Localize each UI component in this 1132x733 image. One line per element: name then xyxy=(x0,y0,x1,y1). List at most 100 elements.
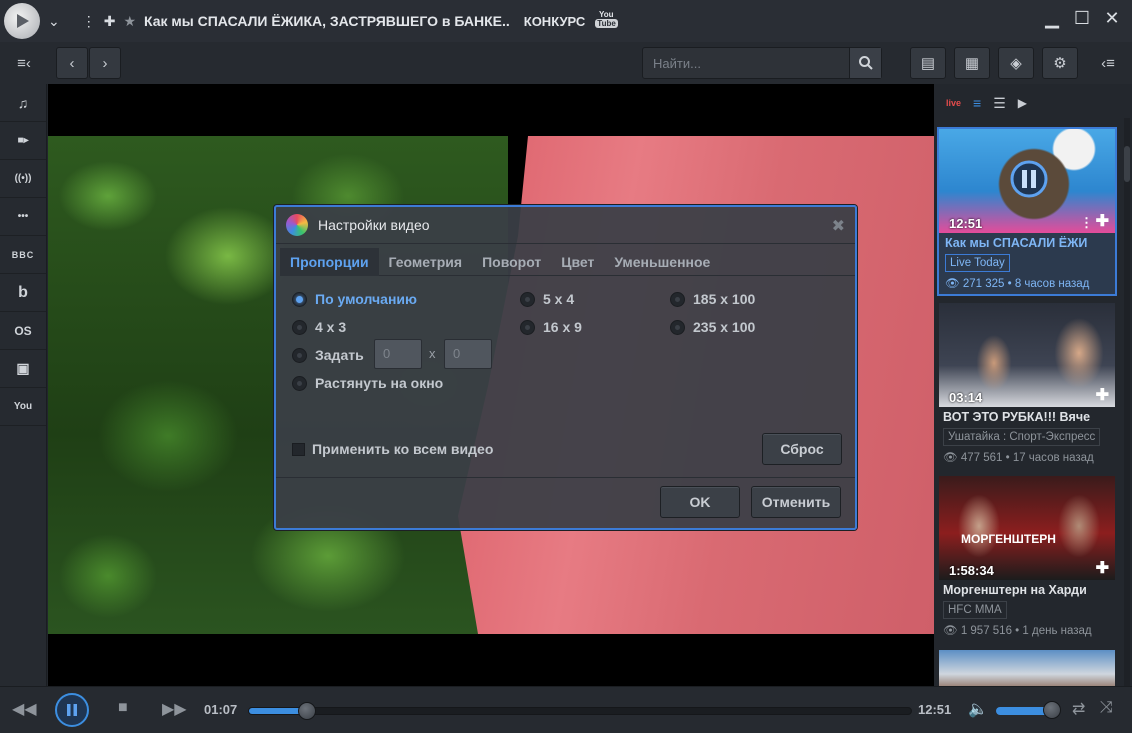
channel-badge[interactable]: Ушатайка : Спорт-Экспресс xyxy=(943,428,1101,446)
channel-badge[interactable]: HFC MMA xyxy=(943,601,1007,619)
volume-handle[interactable] xyxy=(1042,701,1061,719)
sidebar-item-b[interactable]: b xyxy=(0,274,46,312)
grid-view-button[interactable]: ▦ xyxy=(954,47,990,79)
playlist-item[interactable] xyxy=(937,650,1117,686)
add-icon[interactable]: ✚ xyxy=(1096,558,1109,578)
volume-icon[interactable]: 🔈 xyxy=(968,699,988,719)
sidebar-item-broadcast[interactable]: ((•)) xyxy=(0,160,46,198)
playlist-scrollbar[interactable] xyxy=(1124,118,1130,686)
channel-badge[interactable]: Live Today xyxy=(945,254,1010,272)
maximize-icon[interactable]: ☐ xyxy=(1070,8,1094,29)
cancel-button[interactable]: Отменить xyxy=(751,486,841,518)
stop-icon[interactable]: ■ xyxy=(118,699,128,717)
radio-4x3[interactable] xyxy=(292,319,307,335)
close-icon[interactable]: ✕ xyxy=(1100,8,1124,29)
option-235x100[interactable]: 235 x 100 xyxy=(670,319,755,335)
option-16x9-label: 16 x 9 xyxy=(543,319,582,335)
sidebar-item-youtube[interactable]: You xyxy=(0,388,46,426)
custom-height-input[interactable]: 0 xyxy=(444,339,492,369)
app-logo-icon xyxy=(17,14,29,28)
tab-geometry[interactable]: Геометрия xyxy=(379,248,473,276)
tab-proportions[interactable]: Пропорции xyxy=(280,248,379,276)
option-stretch[interactable]: Растянуть на окно xyxy=(292,375,443,391)
eye-icon: 👁 xyxy=(945,278,960,290)
minimize-icon[interactable]: ▁ xyxy=(1040,8,1064,29)
apply-all-option[interactable]: Применить ко всем видео xyxy=(292,441,493,457)
radio-stretch[interactable] xyxy=(292,375,307,391)
option-default[interactable]: По умолчанию xyxy=(292,291,417,307)
reset-button[interactable]: Сброс xyxy=(762,433,842,465)
video-tab-icon[interactable]: ▶ xyxy=(1018,96,1027,110)
volume-slider[interactable] xyxy=(996,701,1061,719)
sidebar-item-twitch[interactable]: ▣ xyxy=(0,350,46,388)
back-button[interactable]: ‹ xyxy=(56,47,88,79)
seek-handle[interactable] xyxy=(297,702,316,720)
pause-overlay-icon xyxy=(1010,160,1048,198)
star-icon[interactable]: ★ xyxy=(123,13,136,30)
shuffle-icon[interactable]: ⤨ xyxy=(1100,699,1113,717)
app-logo[interactable] xyxy=(4,3,40,39)
dialog-close-icon[interactable]: ✖ xyxy=(832,216,845,236)
bbc-icon: BBC xyxy=(11,249,35,260)
b-icon: b xyxy=(18,283,28,301)
custom-width-input[interactable]: 0 xyxy=(374,339,422,369)
option-5x4[interactable]: 5 x 4 xyxy=(520,291,574,307)
playlist-item[interactable]: 03:14 ✚ ВОТ ЭТО РУБКА!!! Вяче Ушатайка :… xyxy=(937,303,1117,468)
option-16x9[interactable]: 16 x 9 xyxy=(520,319,582,335)
add-icon[interactable]: ✚ xyxy=(1096,385,1109,405)
radio-185x100[interactable] xyxy=(670,291,685,307)
drag-handle-icon: ⋮ xyxy=(81,12,96,29)
paint-bucket-icon: ◈ xyxy=(1010,55,1022,72)
playlist-item[interactable]: 12:51 ⋮ ✚ Как мы СПАСАЛИ ЁЖИ Live Today … xyxy=(937,127,1117,296)
subtitles-button[interactable]: ▤ xyxy=(910,47,946,79)
option-185x100[interactable]: 185 x 100 xyxy=(670,291,755,307)
sidebar-item-music[interactable]: ♫ xyxy=(0,84,46,122)
sidebar-item-video[interactable]: ■▸ xyxy=(0,122,46,160)
sidebar-item-more[interactable]: ••• xyxy=(0,198,46,236)
pause-button[interactable] xyxy=(55,693,89,727)
playlist-toggle-button[interactable]: ‹≡ xyxy=(1088,47,1128,79)
live-tab-icon[interactable]: live xyxy=(946,98,961,108)
item-title: Как мы СПАСАЛИ ЁЖИ xyxy=(945,236,1088,250)
age-text: 1 день назад xyxy=(1022,625,1092,637)
views-count: 477 561 xyxy=(960,452,1003,464)
repeat-icon[interactable]: ⇄ xyxy=(1072,699,1085,719)
sidebar-item-lastfm[interactable]: OS xyxy=(0,312,46,350)
title-bar: ⌄ ⋮ ✚ ★ Как мы СПАСАЛИ ЁЖИКА, ЗАСТРЯВШЕГ… xyxy=(0,0,1132,42)
radio-235x100[interactable] xyxy=(670,319,685,335)
option-custom-label: Задать xyxy=(315,347,364,363)
apply-all-checkbox[interactable] xyxy=(292,442,305,456)
sidebar-toggle-button[interactable]: ≡‹ xyxy=(4,47,44,79)
sidebar-item-bbc[interactable]: BBC xyxy=(0,236,46,274)
search-button[interactable] xyxy=(849,48,881,78)
tab-thumbnail[interactable]: Уменьшенное xyxy=(604,248,720,276)
rewind-icon[interactable]: ◀◀ xyxy=(12,699,37,719)
tab-rotation[interactable]: Поворот xyxy=(472,248,551,276)
search-box[interactable]: Найти... xyxy=(642,47,882,79)
playlist-scrollbar-thumb[interactable] xyxy=(1124,146,1130,182)
menu-dropdown-icon[interactable]: ⌄ xyxy=(48,13,60,30)
radio-5x4[interactable] xyxy=(520,291,535,307)
option-custom[interactable]: Задать xyxy=(292,347,364,363)
search-input[interactable]: Найти... xyxy=(653,56,849,71)
radio-custom[interactable] xyxy=(292,347,307,363)
compact-list-icon[interactable]: ☰ xyxy=(993,95,1006,112)
option-4x3[interactable]: 4 x 3 xyxy=(292,319,346,335)
ok-button[interactable]: OK xyxy=(660,486,740,518)
tab-color[interactable]: Цвет xyxy=(551,248,604,276)
add-icon[interactable]: ✚ xyxy=(104,13,116,30)
list-view-icon[interactable]: ≡ xyxy=(973,95,981,111)
settings-button[interactable]: ⚙ xyxy=(1042,47,1078,79)
add-icon[interactable]: ✚ xyxy=(1096,211,1109,231)
apply-all-label: Применить ко всем видео xyxy=(312,441,494,457)
forward-button[interactable]: › xyxy=(89,47,121,79)
playlist-item[interactable]: МОРГЕНШТЕРН 1:58:34 ✚ Моргенштерн на Хар… xyxy=(937,476,1117,641)
twitch-icon: ▣ xyxy=(16,360,30,376)
radio-16x9[interactable] xyxy=(520,319,535,335)
more-icon[interactable]: ⋮ xyxy=(1080,215,1093,231)
skin-button[interactable]: ◈ xyxy=(998,47,1034,79)
seek-bar[interactable] xyxy=(248,702,912,720)
fast-forward-icon[interactable]: ▶▶ xyxy=(162,699,187,719)
radio-default[interactable] xyxy=(292,291,307,307)
option-185x100-label: 185 x 100 xyxy=(693,291,756,307)
